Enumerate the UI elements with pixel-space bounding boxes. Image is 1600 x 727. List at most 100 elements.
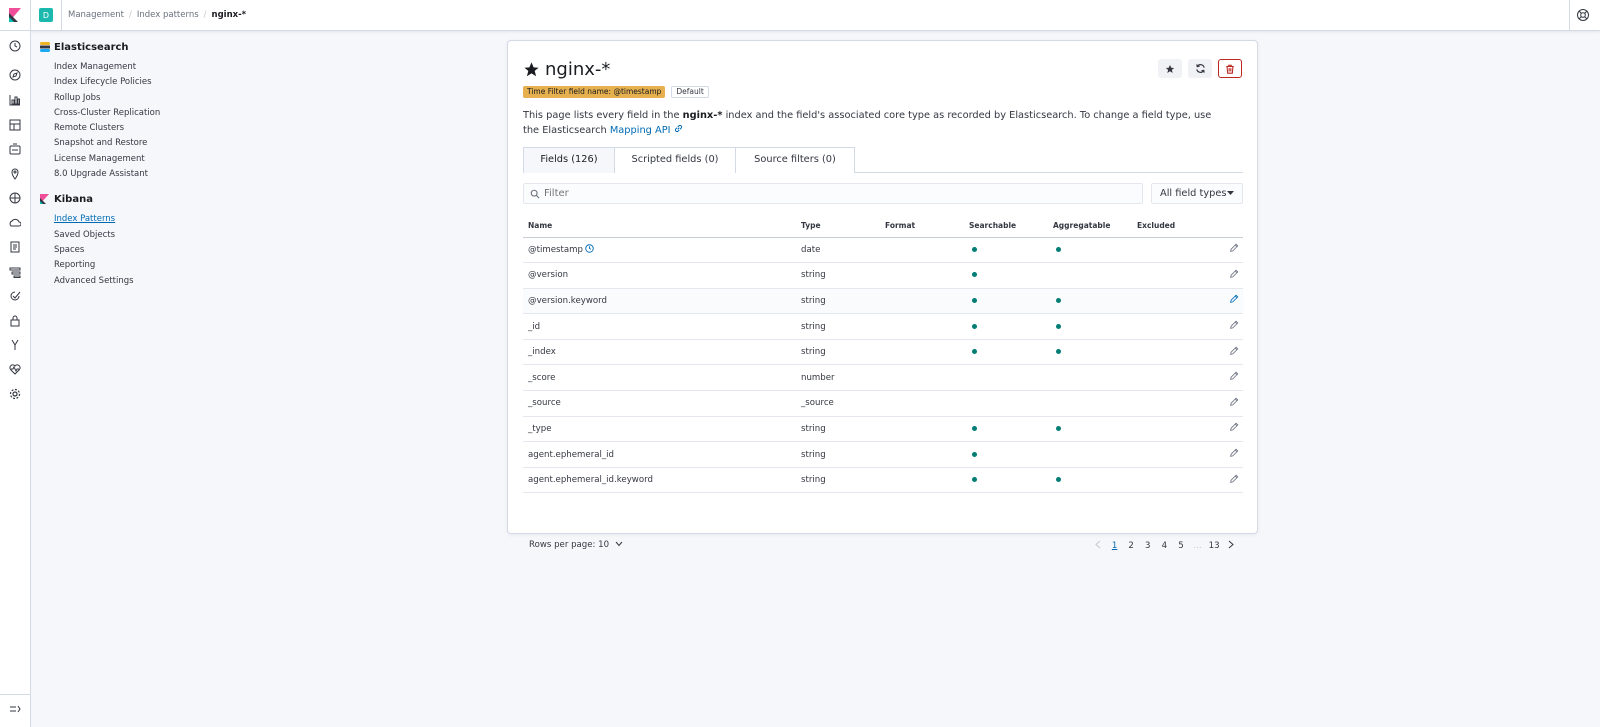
help-icon[interactable] bbox=[1576, 8, 1590, 22]
field-name-cell: _index bbox=[523, 339, 796, 366]
filter-field[interactable] bbox=[523, 183, 1143, 204]
aggregatable-dot-icon bbox=[1056, 323, 1061, 329]
aggregatable-dot-icon bbox=[1056, 425, 1061, 431]
edit-pencil-icon[interactable] bbox=[1229, 320, 1239, 333]
chevron-down-icon bbox=[615, 541, 623, 547]
column-header-aggregatable[interactable]: Aggregatable bbox=[1048, 214, 1132, 238]
space-avatar[interactable]: D bbox=[39, 8, 53, 22]
field-excluded-cell bbox=[1132, 237, 1216, 264]
column-header-type[interactable]: Type bbox=[796, 214, 880, 238]
dev-tools-icon[interactable] bbox=[8, 338, 22, 352]
siem-icon[interactable] bbox=[8, 314, 22, 328]
uptime-icon[interactable] bbox=[8, 289, 22, 303]
next-page-icon[interactable] bbox=[1222, 540, 1239, 552]
edit-pencil-icon[interactable] bbox=[1229, 397, 1239, 410]
page-5-button[interactable]: 5 bbox=[1173, 541, 1190, 551]
edit-pencil-icon[interactable] bbox=[1229, 371, 1239, 384]
searchable-dot-icon bbox=[972, 272, 977, 278]
field-searchable-cell bbox=[964, 288, 1048, 315]
edit-pencil-icon[interactable] bbox=[1229, 448, 1239, 461]
field-type-select[interactable]: All field types bbox=[1151, 183, 1243, 204]
sidenav-item-index-management[interactable]: Index Management bbox=[54, 60, 210, 75]
collapse-nav-icon[interactable] bbox=[8, 702, 22, 716]
column-header-searchable[interactable]: Searchable bbox=[964, 214, 1048, 238]
tab-source-filters[interactable]: Source filters (0) bbox=[735, 147, 855, 173]
recently-viewed-icon[interactable] bbox=[8, 39, 22, 53]
mapping-api-link[interactable]: Mapping API bbox=[610, 124, 683, 136]
edit-pencil-icon[interactable] bbox=[1229, 295, 1239, 307]
edit-field-cell bbox=[1216, 313, 1243, 340]
sidenav-item-advanced-settings[interactable]: Advanced Settings bbox=[54, 274, 210, 289]
tab-fields[interactable]: Fields (126) bbox=[523, 147, 615, 173]
field-name-cell: agent.ephemeral_id bbox=[523, 441, 796, 468]
field-name-cell: agent.ephemeral_id.keyword bbox=[523, 467, 796, 494]
sidenav-item-snapshot-and-restore[interactable]: Snapshot and Restore bbox=[54, 136, 210, 151]
page-3-button[interactable]: 3 bbox=[1139, 541, 1156, 551]
visualize-icon[interactable] bbox=[8, 93, 22, 107]
sidenav-item-upgrade-assistant[interactable]: 8.0 Upgrade Assistant bbox=[54, 167, 210, 182]
breadcrumb-current: nginx-* bbox=[211, 10, 247, 20]
aggregatable-dot-icon bbox=[1056, 477, 1061, 483]
edit-field-cell bbox=[1216, 288, 1243, 315]
edit-pencil-icon[interactable] bbox=[1229, 269, 1239, 282]
sidenav-item-spaces[interactable]: Spaces bbox=[54, 243, 210, 258]
column-header-name[interactable]: Name bbox=[523, 214, 796, 238]
field-type-cell: string bbox=[796, 288, 880, 315]
apm-icon[interactable] bbox=[8, 265, 22, 279]
refresh-fields-button[interactable] bbox=[1188, 59, 1212, 78]
column-header-actions bbox=[1216, 214, 1243, 238]
page-13-button[interactable]: 13 bbox=[1206, 541, 1223, 551]
edit-pencil-icon[interactable] bbox=[1229, 474, 1239, 487]
field-format-cell bbox=[880, 441, 964, 468]
field-name-cell: _type bbox=[523, 416, 796, 443]
logs-icon[interactable] bbox=[8, 240, 22, 254]
edit-pencil-icon[interactable] bbox=[1229, 346, 1239, 359]
field-type-cell: number bbox=[796, 364, 880, 392]
description-index-name: nginx-* bbox=[682, 110, 723, 121]
field-aggregatable-cell bbox=[1048, 288, 1132, 315]
pagination-bar: Rows per page: 10 1 2 3 4 5... 13 bbox=[523, 537, 1243, 557]
mapping-api-link-label[interactable]: Mapping API bbox=[610, 125, 671, 136]
sidenav-item-license-management[interactable]: License Management bbox=[54, 152, 210, 167]
canvas-icon[interactable] bbox=[8, 142, 22, 156]
tab-scripted-fields[interactable]: Scripted fields (0) bbox=[614, 147, 736, 173]
monitoring-icon[interactable] bbox=[8, 362, 22, 376]
sidenav-item-rollup-jobs[interactable]: Rollup Jobs bbox=[54, 91, 210, 106]
infrastructure-icon[interactable] bbox=[8, 216, 22, 230]
field-searchable-cell bbox=[964, 416, 1048, 443]
page-2-button[interactable]: 2 bbox=[1123, 541, 1140, 551]
sidenav-item-saved-objects[interactable]: Saved Objects bbox=[54, 228, 210, 243]
sidenav-group-title: Elasticsearch bbox=[54, 41, 129, 53]
column-header-excluded[interactable]: Excluded bbox=[1132, 214, 1216, 238]
delete-index-pattern-button[interactable] bbox=[1218, 59, 1242, 78]
edit-pencil-icon[interactable] bbox=[1229, 243, 1239, 256]
dashboard-icon[interactable] bbox=[8, 118, 22, 132]
sidenav-item-index-lifecycle-policies[interactable]: Index Lifecycle Policies bbox=[54, 75, 210, 90]
table-row: _score number bbox=[523, 364, 1243, 392]
maps-icon[interactable] bbox=[8, 167, 22, 181]
management-sidenav: Elasticsearch Index Management Index Lif… bbox=[40, 40, 210, 289]
breadcrumb-management[interactable]: Management bbox=[68, 10, 124, 20]
sidenav-item-cross-cluster-replication[interactable]: Cross-Cluster Replication bbox=[54, 106, 210, 121]
sidenav-item-reporting[interactable]: Reporting bbox=[54, 258, 210, 273]
ml-icon[interactable] bbox=[8, 191, 22, 205]
breadcrumb-index-patterns[interactable]: Index patterns bbox=[137, 10, 199, 20]
pagination: 1 2 3 4 5... 13 bbox=[1090, 540, 1239, 552]
table-row: _id string bbox=[523, 313, 1243, 340]
discover-icon[interactable] bbox=[8, 68, 22, 82]
sidenav-item-index-patterns[interactable]: Index Patterns bbox=[54, 212, 210, 227]
rows-per-page-button[interactable]: Rows per page: 10 bbox=[529, 540, 623, 550]
page-4-button[interactable]: 4 bbox=[1156, 541, 1173, 551]
breadcrumb: Management / Index patterns / nginx-* bbox=[68, 10, 246, 20]
index-pattern-title: nginx-* bbox=[545, 59, 611, 80]
kibana-logo-icon[interactable] bbox=[0, 0, 30, 30]
edit-pencil-icon[interactable] bbox=[1229, 423, 1239, 435]
filter-input[interactable] bbox=[544, 188, 1124, 199]
field-name-cell: @version bbox=[523, 262, 796, 289]
column-header-format[interactable]: Format bbox=[880, 214, 964, 238]
sidenav-item-remote-clusters[interactable]: Remote Clusters bbox=[54, 121, 210, 136]
table-row: agent.ephemeral_id.keyword string bbox=[523, 467, 1243, 494]
management-gear-icon[interactable] bbox=[8, 387, 22, 401]
set-default-button[interactable] bbox=[1158, 59, 1182, 78]
page-1-button[interactable]: 1 bbox=[1106, 541, 1123, 551]
